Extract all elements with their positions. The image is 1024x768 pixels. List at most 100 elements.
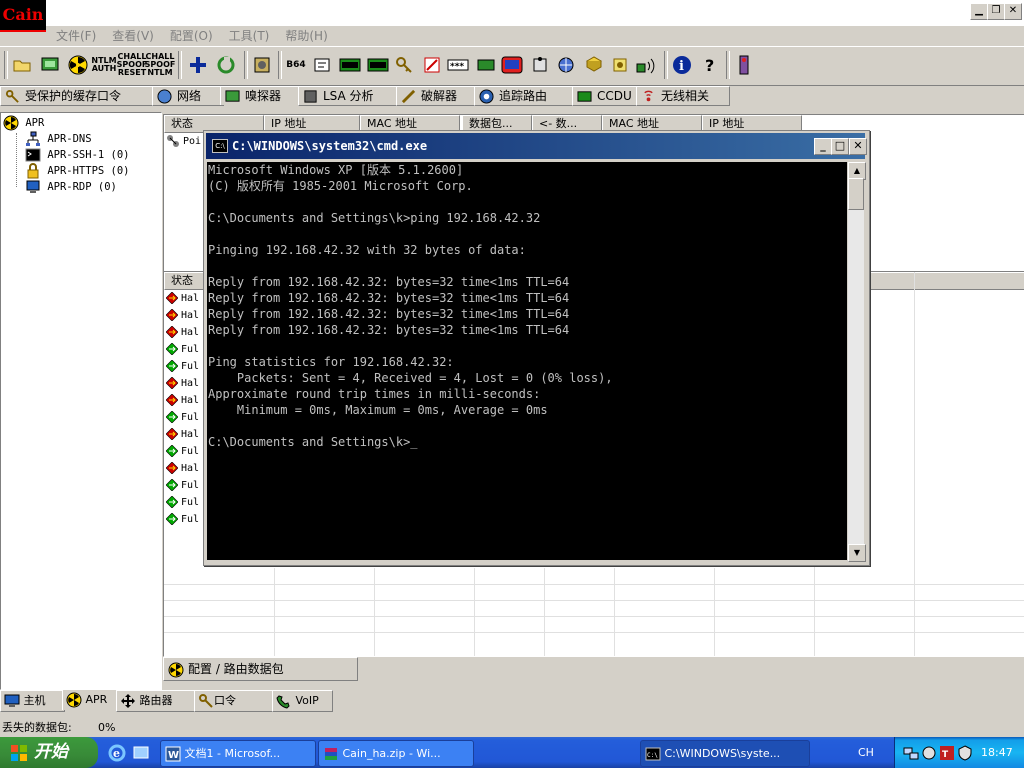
- terminal-icon[interactable]: [500, 53, 524, 77]
- hash-calculator-icon[interactable]: [310, 53, 334, 77]
- console-prompt[interactable]: C:\Documents and Settings\k>_: [208, 434, 847, 450]
- tab-sniffer[interactable]: 嗅探器: [220, 86, 302, 105]
- row-status: Poi: [183, 136, 202, 147]
- ntlm-auth-icon[interactable]: NTLM AUTH: [91, 53, 116, 77]
- menu-config[interactable]: 配置(O): [162, 26, 221, 46]
- apr-radiation-icon[interactable]: [66, 53, 90, 77]
- lock-key-icon[interactable]: [608, 53, 632, 77]
- key-icon[interactable]: [392, 53, 416, 77]
- network-card-icon[interactable]: [474, 53, 498, 77]
- mdb-decoder-icon[interactable]: [338, 53, 362, 77]
- tab-passwords[interactable]: 口令: [194, 690, 275, 712]
- menu-view[interactable]: 查看(V): [104, 26, 162, 46]
- table-row[interactable]: Hal: [166, 325, 199, 341]
- restore-button[interactable]: ❐: [987, 3, 1005, 20]
- table-row[interactable]: Ful: [166, 512, 199, 528]
- tab-network[interactable]: 网络: [152, 86, 224, 106]
- chall-spoof-reset-icon[interactable]: CHALL SPOOF RESET: [117, 53, 148, 77]
- tab-protected-cache[interactable]: 受保护的缓存口令: [0, 86, 156, 106]
- network-status-icon[interactable]: [903, 745, 919, 761]
- app-tray-icon[interactable]: T: [939, 745, 955, 761]
- table-row[interactable]: Hal: [166, 461, 199, 477]
- ccdu-icon: [577, 91, 592, 102]
- certificate-icon[interactable]: [250, 53, 274, 77]
- cmd-console-output[interactable]: Microsoft Windows XP [版本 5.1.2600] (C) 版…: [207, 162, 847, 560]
- table-row[interactable]: Hal: [166, 393, 199, 409]
- clock[interactable]: 18:47: [981, 737, 1013, 768]
- table-row[interactable]: Hal: [166, 376, 199, 392]
- tab-wireless[interactable]: 无线相关: [636, 86, 730, 106]
- tab-routers[interactable]: 路由器: [116, 690, 197, 712]
- cmd-window[interactable]: C:\ C:\WINDOWS\system32\cmd.exe _ □ ✕ Mi…: [203, 130, 870, 566]
- rsa-icon[interactable]: [420, 53, 444, 77]
- tree-root-apr[interactable]: APR: [3, 115, 44, 131]
- exit-door-icon[interactable]: [732, 53, 756, 77]
- password-dots-icon[interactable]: ***: [446, 53, 470, 77]
- menu-file[interactable]: 文件(F): [48, 26, 104, 46]
- add-icon[interactable]: [186, 53, 210, 77]
- recycle-icon[interactable]: [214, 53, 238, 77]
- info-icon[interactable]: i: [670, 53, 694, 77]
- grid-line: [274, 568, 275, 656]
- table-row[interactable]: Ful: [166, 359, 199, 375]
- start-button[interactable]: 开始: [0, 737, 98, 768]
- minimize-button[interactable]: ▁: [970, 3, 988, 20]
- tab-ccdu[interactable]: CCDU: [572, 86, 640, 106]
- start-sniffer-icon[interactable]: [38, 53, 62, 77]
- grid-line: [544, 568, 545, 656]
- tab-traceroute[interactable]: 追踪路由: [474, 86, 576, 106]
- speaker-icon[interactable]: [921, 745, 937, 761]
- taskbar-button-cmd[interactable]: C:\ C:\WINDOWS\syste...: [640, 740, 810, 767]
- tab-apr[interactable]: APR: [62, 690, 119, 710]
- language-indicator[interactable]: CH: [858, 737, 874, 768]
- menu-help[interactable]: 帮助(H): [277, 26, 335, 46]
- base64-icon[interactable]: B64: [284, 53, 308, 77]
- tree-item-apr-https[interactable]: APR-HTTPS (0): [25, 163, 130, 179]
- cmd-minimize-button[interactable]: _: [814, 138, 832, 155]
- tree-item-apr-ssh[interactable]: APR-SSH-1 (0): [25, 147, 130, 163]
- app-logo[interactable]: Cain: [0, 0, 46, 32]
- table-row[interactable]: Poi: [166, 134, 201, 150]
- table-row[interactable]: Hal: [166, 291, 199, 307]
- security-shield-icon[interactable]: [957, 745, 973, 761]
- taskbar-button-winrar[interactable]: Cain_ha.zip - Wi...: [318, 740, 474, 767]
- database-icon[interactable]: [582, 53, 606, 77]
- cmd-icon[interactable]: C:\: [212, 139, 228, 153]
- close-button[interactable]: ✕: [1004, 3, 1022, 20]
- table-row[interactable]: Hal: [166, 308, 199, 324]
- open-folder-icon[interactable]: [10, 53, 34, 77]
- show-desktop-icon[interactable]: [132, 744, 150, 762]
- menu-tools[interactable]: 工具(T): [221, 26, 278, 46]
- vpn-decoder-icon[interactable]: [366, 53, 390, 77]
- chall-spoof-ntlm-icon[interactable]: CHALL SPOOF NTLM: [145, 53, 176, 77]
- network-map-icon[interactable]: [554, 53, 578, 77]
- tab-config-routing[interactable]: 配置 / 路由数据包: [163, 657, 358, 681]
- tab-voip[interactable]: VoIP: [272, 690, 333, 712]
- wireless-icon[interactable]: [634, 53, 658, 77]
- scroll-down-arrow-icon[interactable]: ▼: [848, 544, 866, 562]
- row-status: Hal: [181, 463, 200, 474]
- table-row[interactable]: Hal: [166, 427, 199, 443]
- tree-item-apr-dns[interactable]: APR-DNS: [25, 131, 92, 147]
- tree-item-apr-rdp[interactable]: APR-RDP (0): [25, 179, 117, 195]
- table-row[interactable]: Ful: [166, 410, 199, 426]
- cmd-title-bar[interactable]: C:\ C:\WINDOWS\system32\cmd.exe _ □ ✕: [206, 133, 867, 159]
- table-row[interactable]: Ful: [166, 342, 199, 358]
- console-line: Ping statistics for 192.168.42.32:: [208, 355, 454, 369]
- tab-hosts[interactable]: 主机: [0, 690, 65, 712]
- full-duplex-icon: [166, 496, 178, 508]
- scroll-thumb[interactable]: [848, 178, 864, 210]
- help-question-icon[interactable]: ?: [698, 53, 722, 77]
- internet-explorer-icon[interactable]: e: [108, 744, 126, 762]
- tab-cracker[interactable]: 破解器: [396, 86, 478, 106]
- column-header-status[interactable]: 状态: [164, 272, 206, 290]
- taskbar-button-word[interactable]: W 文档1 - Microsof...: [160, 740, 316, 767]
- table-row[interactable]: Ful: [166, 495, 199, 511]
- table-row[interactable]: Ful: [166, 444, 199, 460]
- cmd-scrollbar[interactable]: ▲ ▼: [848, 162, 866, 562]
- table-row[interactable]: Ful: [166, 478, 199, 494]
- cmd-close-button[interactable]: ✕: [849, 138, 867, 155]
- tab-lsa-analysis[interactable]: LSA 分析: [298, 86, 400, 106]
- puzzle-icon[interactable]: [528, 53, 552, 77]
- cmd-maximize-button[interactable]: □: [831, 138, 849, 155]
